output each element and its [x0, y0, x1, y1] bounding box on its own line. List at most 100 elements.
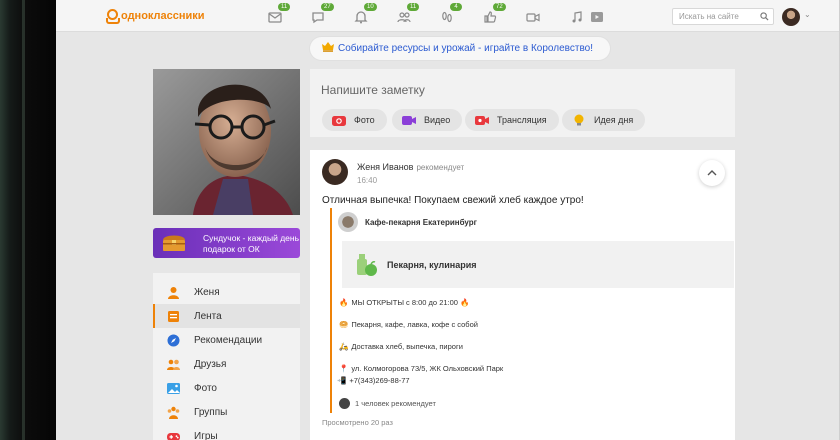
- post-header: Женя Иванов рекомендует: [357, 162, 464, 172]
- menu-item-groups[interactable]: Группы: [153, 400, 300, 424]
- info-line-hours: 🔥 МЫ ОТКРЫТЫ с 8:00 до 21:00 🔥: [339, 298, 469, 307]
- games-nav-button[interactable]: [586, 6, 608, 26]
- menu-item-recommendations[interactable]: Рекомендации: [153, 328, 300, 352]
- guests-nav-button[interactable]: 4: [436, 3, 462, 26]
- recommenders[interactable]: 1 человек рекомендует: [339, 398, 436, 409]
- video-nav-button[interactable]: [522, 6, 544, 26]
- gamepad-icon: [167, 432, 180, 440]
- discussions-nav-button[interactable]: 27: [307, 3, 334, 26]
- like-icon: [484, 11, 497, 23]
- footprints-icon: [442, 11, 452, 23]
- author-name[interactable]: Женя Иванов: [357, 162, 413, 172]
- music-nav-button[interactable]: [566, 6, 588, 26]
- top-bar: одноклассники 11 27 10 11 4 72 Искать на…: [56, 0, 839, 32]
- info-text: Доставка хлеб, выпечка, пироги: [351, 342, 463, 351]
- camera-icon: [332, 116, 346, 126]
- menu-item-friends[interactable]: Друзья: [153, 352, 300, 376]
- scooter-icon: 🛵: [339, 342, 349, 351]
- post-time: 16:40: [357, 176, 378, 185]
- info-line-services: 🥯 Пекарня, кафе, лавка, кофе с собой: [339, 320, 478, 329]
- envelope-icon: [268, 12, 282, 23]
- play-icon: [591, 12, 603, 22]
- bagel-icon: 🥯: [339, 320, 349, 329]
- friends-icon: [397, 12, 411, 23]
- discussions-badge: 27: [321, 3, 334, 11]
- profile-photo[interactable]: [153, 69, 300, 215]
- fire-icon: 🔥: [339, 298, 349, 307]
- user-avatar[interactable]: [782, 8, 800, 26]
- logo[interactable]: одноклассники: [106, 9, 205, 24]
- info-text: ул. Колмогорова 73/5, ЖК Ольховский Парк: [351, 364, 504, 373]
- crown-icon: [322, 42, 334, 52]
- music-icon: [572, 11, 582, 23]
- info-text: МЫ ОТКРЫТЫ с 8:00 до 21:00 🔥: [351, 298, 470, 307]
- messages-nav-button[interactable]: 11: [264, 3, 291, 26]
- notifications-badge: 10: [364, 3, 377, 11]
- recommender-avatar: [339, 398, 350, 409]
- user-icon: [168, 286, 179, 299]
- friends-icon: [167, 359, 180, 370]
- author-avatar[interactable]: [322, 159, 348, 185]
- broadcast-icon: [475, 116, 489, 125]
- add-photo-label: Фото: [354, 115, 375, 125]
- promo-text: Собирайте ресурсы и урожай - играйте в К…: [338, 43, 593, 54]
- ok-logo-icon: [106, 9, 120, 24]
- menu-item-label: Женя: [194, 286, 220, 298]
- note-composer: Напишите заметку Фото Видео Трансляция И…: [310, 69, 735, 137]
- group-category-card[interactable]: Пекарня, кулинария: [342, 241, 734, 288]
- idea-of-day-button[interactable]: Идея дня: [562, 109, 646, 131]
- add-video-button[interactable]: Видео: [392, 109, 463, 131]
- chat-icon: [312, 12, 324, 24]
- post-views: Просмотрено 20 раз: [322, 418, 393, 427]
- bell-icon: [354, 11, 368, 24]
- group-name[interactable]: Кафе-пекарня Екатеринбург: [365, 218, 477, 227]
- profile-photo-image: [153, 69, 300, 215]
- recommend-count: 1 человек рекомендует: [355, 399, 436, 408]
- chevron-down-icon[interactable]: ⌄: [804, 10, 811, 19]
- add-photo-button[interactable]: Фото: [322, 109, 387, 131]
- menu-item-label: Фото: [194, 382, 217, 394]
- friends-nav-button[interactable]: 11: [393, 3, 420, 26]
- broadcast-button[interactable]: Трансляция: [465, 109, 559, 131]
- menu-item-label: Игры: [194, 430, 218, 440]
- menu-item-label: Лента: [194, 310, 222, 322]
- idea-of-day-label: Идея дня: [594, 115, 634, 125]
- search-icon[interactable]: [760, 12, 769, 21]
- info-text: Пекарня, кафе, лавка, кофе с собой: [351, 320, 478, 329]
- chevron-up-icon: [707, 170, 717, 176]
- compass-icon: [167, 334, 180, 346]
- search-input[interactable]: Искать на сайте: [672, 8, 774, 25]
- feed-icon: [168, 310, 179, 322]
- group-category: Пекарня, кулинария: [387, 260, 477, 270]
- likes-badge: 72: [493, 3, 506, 11]
- post-action: рекомендует: [416, 163, 465, 172]
- menu-item-games[interactable]: Игры: [153, 424, 300, 440]
- broadcast-label: Трансляция: [497, 115, 547, 125]
- phone-icon: 📲: [337, 376, 347, 385]
- menu-item-label: Друзья: [194, 358, 227, 370]
- monitor-bezel: [0, 0, 56, 440]
- photo-icon: [167, 382, 180, 394]
- video-icon: [402, 116, 416, 125]
- menu-item-feed[interactable]: Лента: [153, 304, 300, 328]
- post-text: Отличная выпечка! Покупаем свежий хлеб к…: [322, 195, 584, 206]
- notifications-nav-button[interactable]: 10: [350, 3, 377, 26]
- search-placeholder: Искать на сайте: [679, 12, 739, 21]
- messages-badge: 11: [278, 3, 291, 11]
- group-avatar[interactable]: [338, 212, 358, 232]
- collapse-button[interactable]: [699, 160, 725, 186]
- promo-banner[interactable]: Собирайте ресурсы и урожай - играйте в К…: [310, 37, 610, 60]
- likes-nav-button[interactable]: 72: [479, 3, 506, 26]
- guests-badge: 4: [450, 3, 462, 11]
- pin-icon: 📍: [339, 364, 349, 373]
- menu-item-profile[interactable]: Женя: [153, 280, 300, 304]
- gift-chest-banner[interactable]: Сундучок - каждый день подарок от ОК: [153, 228, 300, 258]
- menu-item-photos[interactable]: Фото: [153, 376, 300, 400]
- bulb-icon: [574, 114, 584, 126]
- video-icon: [526, 13, 540, 22]
- note-input[interactable]: Напишите заметку: [321, 83, 425, 97]
- bezel-edge: [22, 0, 25, 440]
- menu-item-label: Рекомендации: [194, 334, 263, 346]
- info-text[interactable]: +7(343)269-88-77: [349, 376, 409, 385]
- browser-screen: одноклассники 11 27 10 11 4 72 Искать на…: [56, 0, 840, 440]
